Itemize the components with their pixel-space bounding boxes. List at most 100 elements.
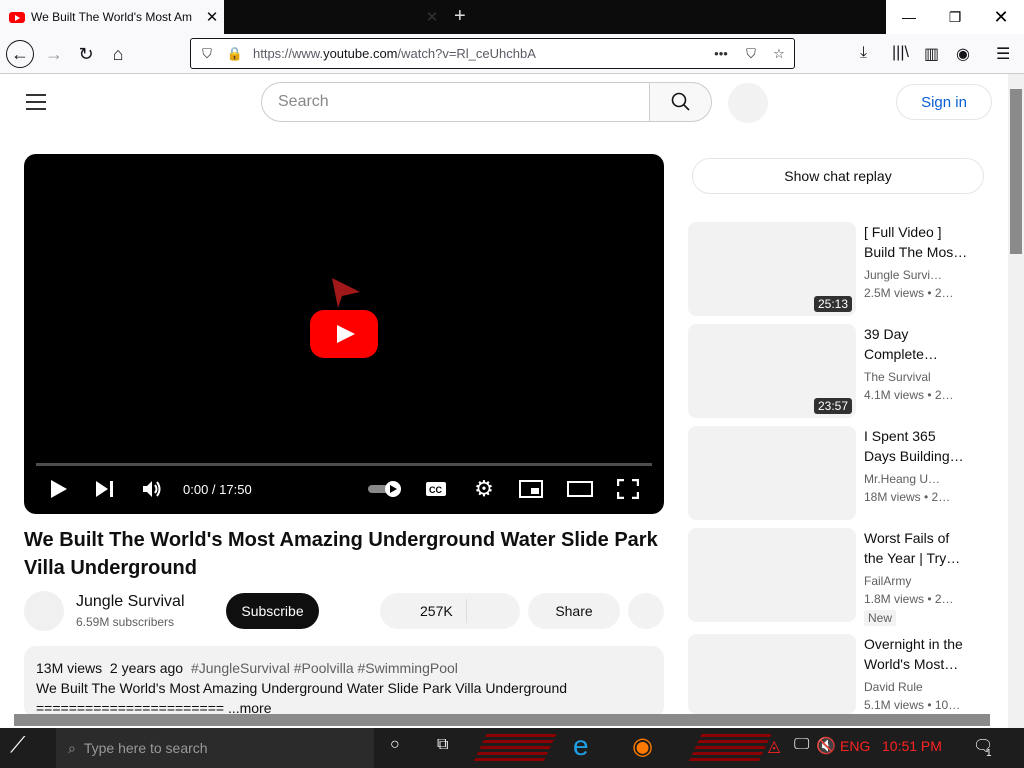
fullscreen-icon[interactable] [616,476,640,502]
close-window-icon[interactable]: ✕ [978,0,1024,34]
next-icon[interactable] [94,476,116,502]
lock-icon[interactable]: 🔒 [225,46,245,62]
recommendation-title[interactable]: [ Full Video ] Build The Mos… [864,222,968,262]
decorative-graphic [688,734,772,762]
view-count: 13M views [36,660,103,676]
sign-in-button[interactable]: Sign in [896,84,992,120]
network-icon[interactable]: 🖵 [794,736,809,754]
progress-bar[interactable] [36,463,652,466]
url-text[interactable]: https://www.youtube.com/watch?v=Rl_ceUhc… [253,46,536,61]
captions-icon[interactable]: CC [424,476,448,502]
show-chat-replay-button[interactable]: Show chat replay [692,158,984,194]
divider [466,599,467,623]
internet-explorer-icon[interactable]: e [573,730,589,762]
new-tab-icon[interactable]: + [454,5,466,28]
sidebar-icon[interactable]: ▥ [924,44,939,64]
start-icon[interactable]: ⟋ [10,732,25,758]
windows-taskbar: ⟋ ⌕ Type here to search ○ ⧉ e ◉ ◬ 🖵 🔇 EN… [0,728,1024,768]
recommendation-title[interactable]: 39 Day Complete… [864,324,968,364]
recommendation-title[interactable]: I Spent 365 Days Building… [864,426,968,466]
language-indicator[interactable]: ENG [840,738,870,754]
thumbnail[interactable]: 25:13 [688,222,856,316]
task-view-icon[interactable]: ⧉ [437,736,448,754]
recommendation-meta: 18M views • 2… [864,490,951,504]
tab-close-icon[interactable]: ✕ [420,8,444,26]
recommendation-title[interactable]: Overnight in the World's Most… [864,634,968,674]
tab-inactive[interactable]: ✕ [226,0,444,34]
horizontal-scrollbar[interactable] [14,714,990,726]
autoplay-toggle[interactable] [368,476,404,502]
cortana-icon[interactable]: ○ [390,736,400,754]
search-button[interactable] [649,82,712,122]
download-icon[interactable]: ⤓ [860,44,867,62]
recommendation-item[interactable]: 23:57 39 Day Complete… The Survival 4.1M… [688,324,988,418]
rog-icon[interactable]: ◬ [768,736,780,756]
guide-menu-icon[interactable] [26,94,46,110]
taskbar-search-input[interactable]: ⌕ Type here to search [56,728,374,768]
hamburger-menu-icon[interactable]: ☰ [996,44,1010,64]
search-input[interactable]: Search [261,82,650,122]
channel-name[interactable]: Jungle Survival [76,593,185,611]
share-button[interactable]: Share [528,593,620,629]
svg-text:CC: CC [429,485,442,495]
recommendation-item[interactable]: Worst Fails of the Year | Try… FailArmy … [688,528,988,626]
recommendation-item[interactable]: Overnight in the World's Most… David Rul… [688,634,988,714]
account-icon[interactable]: ◉ [956,44,970,64]
decorative-graphic [473,734,557,762]
miniplayer-icon[interactable] [518,476,544,502]
play-icon[interactable] [48,476,70,502]
pocket-icon[interactable]: ⛉ [741,46,761,62]
recommendation-item[interactable]: I Spent 365 Days Building… Mr.Heang U… 1… [688,426,988,520]
theater-mode-icon[interactable] [566,476,594,502]
settings-gear-icon[interactable]: ⚙ [472,476,496,502]
recommendation-item[interactable]: 25:13 [ Full Video ] Build The Mos… Jung… [688,222,988,316]
recommendation-title[interactable]: Worst Fails of the Year | Try… [864,528,968,568]
new-badge: New [864,610,897,626]
thumbnail[interactable] [688,634,856,714]
video-player[interactable]: 0:00 / 17:50 CC ⚙ [24,154,664,514]
firefox-icon[interactable]: ◉ [632,732,653,761]
recommendation-channel: Jungle Survi… [864,268,943,282]
notification-count: 1 [986,748,992,759]
like-button[interactable]: 257K [420,603,453,619]
large-play-button[interactable] [310,310,378,358]
upload-age: 2 years ago [109,660,184,676]
thumbnail[interactable] [688,426,856,520]
recommendation-meta: 1.8M views • 2… [864,592,954,606]
browser-tab-strip: We Built The World's Most Am ✕ ✕ + — ❐ ✕ [0,0,1024,34]
clock[interactable]: 10:51 PM [882,738,942,754]
thumbnail[interactable]: 23:57 [688,324,856,418]
restore-icon[interactable]: ❐ [932,0,978,34]
subscribe-button[interactable]: Subscribe [226,593,319,629]
recommendation-channel: The Survival [864,370,931,384]
back-arrow-icon[interactable]: ← [6,40,34,68]
thumbnail[interactable] [688,528,856,622]
channel-avatar[interactable] [24,591,64,631]
library-icon[interactable]: |||\ [892,44,909,62]
recommendation-channel: FailArmy [864,574,912,588]
description-text: We Built The World's Most Amazing Underg… [36,680,568,696]
home-icon[interactable]: ⌂ [104,40,132,68]
duration-badge: 25:13 [813,296,852,312]
scrollbar-thumb[interactable] [1010,89,1022,254]
address-bar[interactable]: ⛉ 🔒 https://www.youtube.com/watch?v=Rl_c… [190,38,795,69]
shield-icon[interactable]: ⛉ [197,46,217,62]
vertical-scrollbar[interactable] [1008,74,1024,728]
minimize-icon[interactable]: — [886,0,932,34]
voice-search-button[interactable] [728,83,768,123]
page-actions-icon[interactable]: ••• [711,46,731,61]
tab-active[interactable]: We Built The World's Most Am ✕ [0,0,224,34]
volume-muted-icon[interactable]: 🔇 [816,736,836,756]
description-box[interactable]: 13M views 2 years ago #JungleSurvival #P… [24,646,664,718]
volume-icon[interactable] [142,476,164,502]
recommendation-channel: Mr.Heang U… [864,472,941,486]
taskbar-search-icon: ⌕ [68,739,76,756]
more-actions-button[interactable] [628,593,664,629]
tab-title: We Built The World's Most Am [31,10,193,24]
hashtags[interactable]: #JungleSurvival #Poolvilla #SwimmingPool [191,660,458,676]
forward-arrow-icon[interactable]: → [40,40,68,68]
video-title: We Built The World's Most Amazing Underg… [24,529,658,579]
tab-close-icon[interactable]: ✕ [200,8,224,26]
reload-icon[interactable]: ↻ [72,40,100,68]
bookmark-star-icon[interactable]: ☆ [769,46,789,62]
